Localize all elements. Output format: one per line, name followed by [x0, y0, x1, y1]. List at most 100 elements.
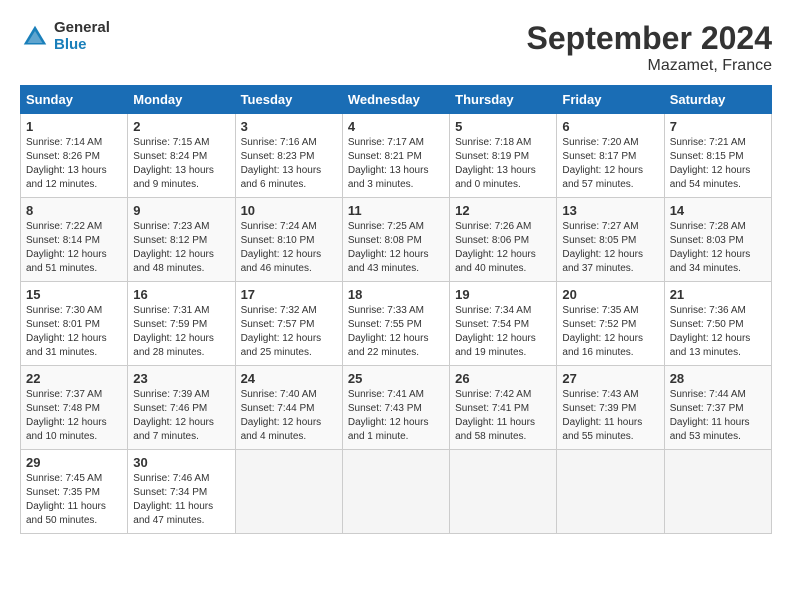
calendar-cell: [557, 450, 664, 534]
calendar-cell: 9Sunrise: 7:23 AMSunset: 8:12 PMDaylight…: [128, 198, 235, 282]
calendar-week-4: 22 Sunrise: 7:37 AMSunset: 7:48 PMDayligh…: [21, 366, 772, 450]
day-number: 24: [241, 371, 337, 386]
calendar-subtitle: Mazamet, France: [527, 57, 772, 75]
header-sunday: Sunday: [21, 86, 128, 114]
calendar-cell: 20 Sunrise: 7:35 AMSunset: 7:52 PMDayligh…: [557, 282, 664, 366]
calendar-cell: [235, 450, 342, 534]
calendar-title: September 2024: [527, 20, 772, 57]
day-info: Sunrise: 7:18 AMSunset: 8:19 PMDaylight:…: [455, 136, 551, 192]
day-number: 11: [348, 203, 444, 218]
calendar-cell: 10Sunrise: 7:24 AMSunset: 8:10 PMDayligh…: [235, 198, 342, 282]
calendar-cell: 11 Sunrise: 7:25 AMSunset: 8:08 PMDayligh…: [342, 198, 449, 282]
calendar-cell: 23 Sunrise: 7:39 AMSunset: 7:46 PMDayligh…: [128, 366, 235, 450]
header-row: SundayMondayTuesdayWednesdayThursdayFrid…: [21, 86, 772, 114]
calendar-week-1: 1 Sunrise: 7:14 AMSunset: 8:26 PMDaylight…: [21, 114, 772, 198]
day-info: Sunrise: 7:28 AMSunset: 8:03 PMDaylight:…: [670, 220, 766, 276]
logo-line2: Blue: [54, 37, 110, 54]
day-number: 27: [562, 371, 658, 386]
day-info: Sunrise: 7:26 AMSunset: 8:06 PMDaylight:…: [455, 220, 551, 276]
day-number: 18: [348, 287, 444, 302]
header-saturday: Saturday: [664, 86, 771, 114]
header-friday: Friday: [557, 86, 664, 114]
calendar-cell: 13 Sunrise: 7:27 AMSunset: 8:05 PMDayligh…: [557, 198, 664, 282]
calendar-cell: 18 Sunrise: 7:33 AMSunset: 7:55 PMDayligh…: [342, 282, 449, 366]
calendar-cell: 25Sunrise: 7:41 AMSunset: 7:43 PMDayligh…: [342, 366, 449, 450]
day-info: Sunrise: 7:20 AMSunset: 8:17 PMDaylight:…: [562, 136, 658, 192]
day-number: 7: [670, 119, 766, 134]
calendar-week-2: 8 Sunrise: 7:22 AMSunset: 8:14 PMDaylight…: [21, 198, 772, 282]
calendar-cell: 30 Sunrise: 7:46 AMSunset: 7:34 PMDayligh…: [128, 450, 235, 534]
calendar-cell: [664, 450, 771, 534]
calendar-cell: 12 Sunrise: 7:26 AMSunset: 8:06 PMDayligh…: [450, 198, 557, 282]
title-block: September 2024 Mazamet, France: [527, 20, 772, 75]
day-info: Sunrise: 7:21 AMSunset: 8:15 PMDaylight:…: [670, 136, 766, 192]
calendar-week-3: 15 Sunrise: 7:30 AMSunset: 8:01 PMDayligh…: [21, 282, 772, 366]
day-info: Sunrise: 7:23 AMSunset: 8:12 PMDaylight:…: [133, 220, 229, 276]
calendar-cell: 28Sunrise: 7:44 AMSunset: 7:37 PMDayligh…: [664, 366, 771, 450]
page-header: General Blue September 2024 Mazamet, Fra…: [20, 20, 772, 75]
calendar-cell: 7 Sunrise: 7:21 AMSunset: 8:15 PMDaylight…: [664, 114, 771, 198]
day-info: Sunrise: 7:17 AMSunset: 8:21 PMDaylight:…: [348, 136, 444, 192]
calendar-cell: 2Sunrise: 7:15 AMSunset: 8:24 PMDaylight…: [128, 114, 235, 198]
calendar-cell: 17Sunrise: 7:32 AMSunset: 7:57 PMDayligh…: [235, 282, 342, 366]
day-number: 23: [133, 371, 229, 386]
day-number: 16: [133, 287, 229, 302]
header-monday: Monday: [128, 86, 235, 114]
day-number: 4: [348, 119, 444, 134]
logo-icon: [20, 22, 50, 52]
day-info: Sunrise: 7:42 AMSunset: 7:41 PMDaylight:…: [455, 388, 551, 444]
day-number: 13: [562, 203, 658, 218]
day-info: Sunrise: 7:25 AMSunset: 8:08 PMDaylight:…: [348, 220, 444, 276]
calendar-cell: 26Sunrise: 7:42 AMSunset: 7:41 PMDayligh…: [450, 366, 557, 450]
day-number: 12: [455, 203, 551, 218]
day-info: Sunrise: 7:27 AMSunset: 8:05 PMDaylight:…: [562, 220, 658, 276]
day-info: Sunrise: 7:43 AMSunset: 7:39 PMDaylight:…: [562, 388, 658, 444]
day-info: Sunrise: 7:39 AMSunset: 7:46 PMDaylight:…: [133, 388, 229, 444]
calendar-cell: 16 Sunrise: 7:31 AMSunset: 7:59 PMDayligh…: [128, 282, 235, 366]
calendar-cell: 1 Sunrise: 7:14 AMSunset: 8:26 PMDaylight…: [21, 114, 128, 198]
calendar-week-5: 29Sunrise: 7:45 AMSunset: 7:35 PMDayligh…: [21, 450, 772, 534]
calendar-cell: 27 Sunrise: 7:43 AMSunset: 7:39 PMDayligh…: [557, 366, 664, 450]
calendar-cell: 5 Sunrise: 7:18 AMSunset: 8:19 PMDaylight…: [450, 114, 557, 198]
day-number: 29: [26, 455, 122, 470]
calendar-cell: 8 Sunrise: 7:22 AMSunset: 8:14 PMDaylight…: [21, 198, 128, 282]
day-info: Sunrise: 7:37 AMSunset: 7:48 PMDaylight:…: [26, 388, 122, 444]
logo-line1: General: [54, 20, 110, 37]
day-info: Sunrise: 7:36 AMSunset: 7:50 PMDaylight:…: [670, 304, 766, 360]
day-info: Sunrise: 7:34 AMSunset: 7:54 PMDaylight:…: [455, 304, 551, 360]
day-number: 3: [241, 119, 337, 134]
day-number: 22: [26, 371, 122, 386]
calendar-cell: 6 Sunrise: 7:20 AMSunset: 8:17 PMDaylight…: [557, 114, 664, 198]
day-number: 1: [26, 119, 122, 134]
header-tuesday: Tuesday: [235, 86, 342, 114]
logo-text: General Blue: [54, 20, 110, 53]
day-info: Sunrise: 7:30 AMSunset: 8:01 PMDaylight:…: [26, 304, 122, 360]
day-number: 8: [26, 203, 122, 218]
calendar-cell: 14Sunrise: 7:28 AMSunset: 8:03 PMDayligh…: [664, 198, 771, 282]
day-number: 30: [133, 455, 229, 470]
day-number: 5: [455, 119, 551, 134]
header-wednesday: Wednesday: [342, 86, 449, 114]
day-info: Sunrise: 7:31 AMSunset: 7:59 PMDaylight:…: [133, 304, 229, 360]
calendar-cell: 3 Sunrise: 7:16 AMSunset: 8:23 PMDaylight…: [235, 114, 342, 198]
day-info: Sunrise: 7:35 AMSunset: 7:52 PMDaylight:…: [562, 304, 658, 360]
logo: General Blue: [20, 20, 110, 53]
day-number: 20: [562, 287, 658, 302]
day-number: 2: [133, 119, 229, 134]
day-info: Sunrise: 7:40 AMSunset: 7:44 PMDaylight:…: [241, 388, 337, 444]
day-info: Sunrise: 7:16 AMSunset: 8:23 PMDaylight:…: [241, 136, 337, 192]
day-number: 17: [241, 287, 337, 302]
day-number: 6: [562, 119, 658, 134]
header-thursday: Thursday: [450, 86, 557, 114]
day-number: 15: [26, 287, 122, 302]
calendar-cell: 19Sunrise: 7:34 AMSunset: 7:54 PMDayligh…: [450, 282, 557, 366]
calendar-cell: [450, 450, 557, 534]
day-info: Sunrise: 7:46 AMSunset: 7:34 PMDaylight:…: [133, 472, 229, 528]
calendar-cell: 29Sunrise: 7:45 AMSunset: 7:35 PMDayligh…: [21, 450, 128, 534]
day-info: Sunrise: 7:33 AMSunset: 7:55 PMDaylight:…: [348, 304, 444, 360]
day-info: Sunrise: 7:22 AMSunset: 8:14 PMDaylight:…: [26, 220, 122, 276]
calendar-cell: 24 Sunrise: 7:40 AMSunset: 7:44 PMDayligh…: [235, 366, 342, 450]
day-info: Sunrise: 7:41 AMSunset: 7:43 PMDaylight:…: [348, 388, 444, 444]
day-info: Sunrise: 7:14 AMSunset: 8:26 PMDaylight:…: [26, 136, 122, 192]
calendar-table: SundayMondayTuesdayWednesdayThursdayFrid…: [20, 85, 772, 534]
